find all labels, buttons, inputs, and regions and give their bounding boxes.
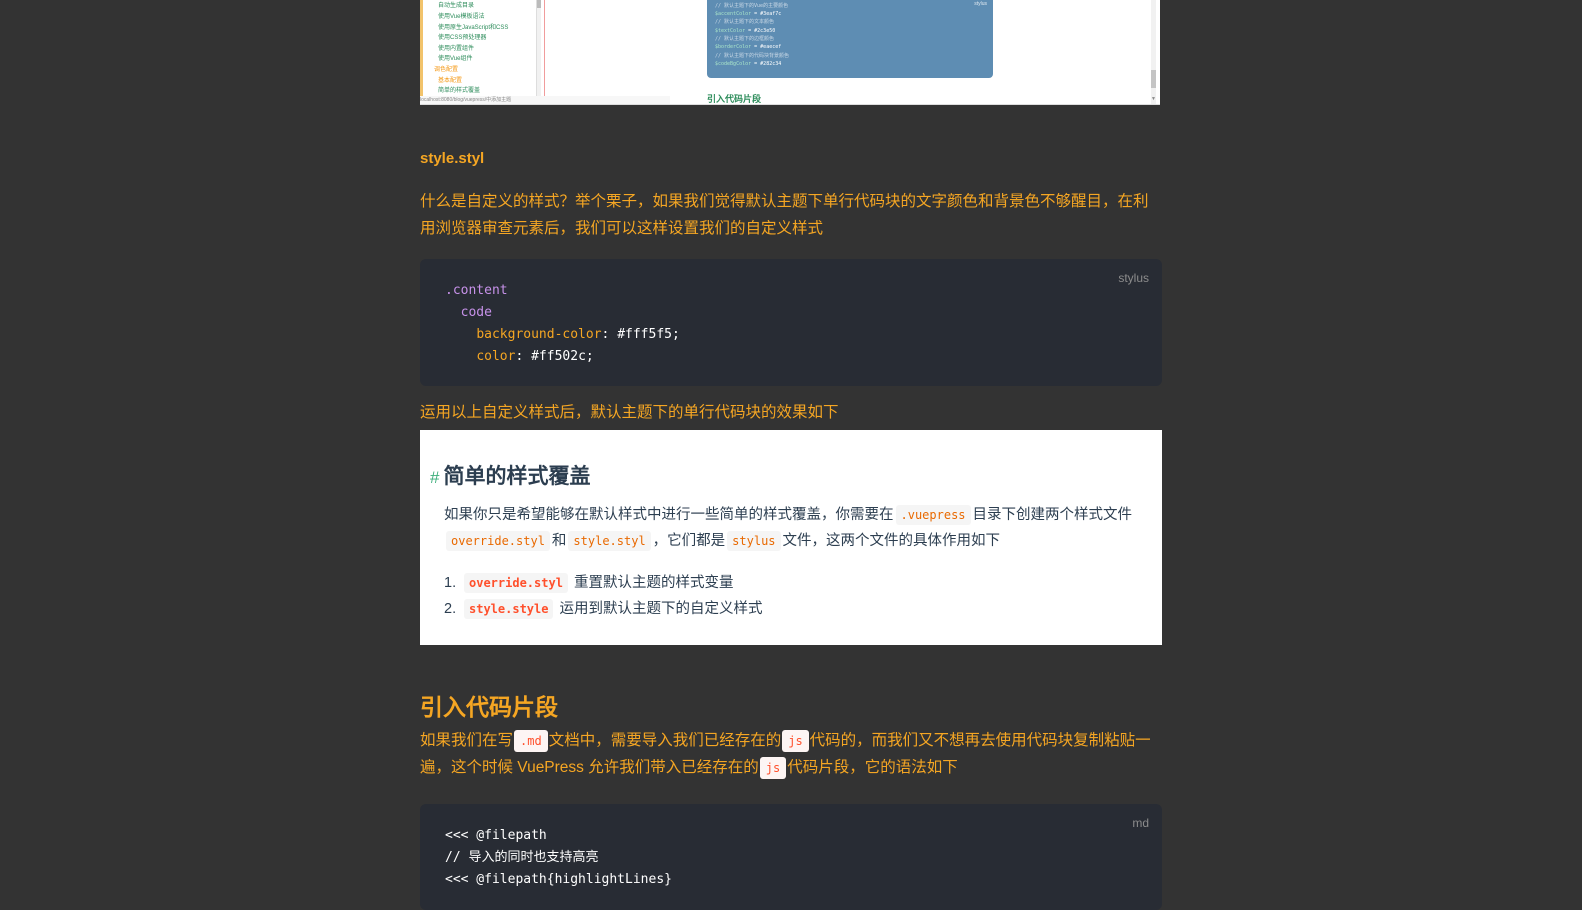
- list-text: 运用到默认主题下的自定义样式: [559, 601, 763, 617]
- code-value: #2c3e50: [754, 28, 776, 34]
- sidebar-item: 基本配置: [438, 78, 463, 84]
- code-lang-label: stylus: [1118, 271, 1149, 285]
- code-selector: .content: [445, 283, 508, 298]
- sidebar-item: 调色配置: [434, 67, 459, 73]
- text: ，它们都是: [652, 533, 726, 549]
- screenshot-sidebar: 自动生成目录 使用Vue模板语法 使用原生JavaScript和CSS 使用CS…: [420, 0, 545, 96]
- divider: [544, 0, 545, 96]
- screenshot-heading: # 简单的样式覆盖: [430, 460, 590, 490]
- code-line: <<< @filepath{highlightLines}: [445, 872, 672, 887]
- sidebar-item: 简单的样式覆盖: [438, 88, 481, 94]
- paragraph: 运用以上自定义样式后，默认主题下的单行代码块的效果如下: [420, 404, 839, 421]
- paragraph: 如果我们在写 .md 文档中，需要导入我们已经存在的 js 代码的，而我们又不想再去使用…: [420, 727, 1162, 781]
- list-item: 2. style.style 运用到默认主题下的自定义样式: [444, 596, 763, 622]
- inline-code: style.styl: [568, 531, 651, 551]
- code-selector: code: [460, 305, 492, 320]
- sidebar-item: 使用原生JavaScript和CSS: [438, 25, 509, 31]
- anchor-hash: #: [430, 468, 440, 487]
- inline-code: override.styl: [446, 531, 550, 551]
- sidebar-item: 使用内置组件: [438, 46, 475, 52]
- inline-code: style.style: [464, 599, 554, 619]
- inline-code: override.styl: [464, 573, 568, 593]
- code-comment: // 默认主题下的边框颜色: [715, 36, 775, 42]
- code-property: background-color: [476, 327, 602, 342]
- code-value: #ff502c;: [531, 349, 594, 364]
- code-lang-label: md: [1132, 816, 1149, 830]
- top-screenshot: 自动生成目录 使用Vue模板语法 使用原生JavaScript和CSS 使用CS…: [420, 0, 1160, 105]
- inline-code: .md: [514, 729, 548, 752]
- scroll-down-icon[interactable]: ▼: [1151, 96, 1156, 102]
- code-line: <<< @filepath: [445, 828, 547, 843]
- page: 自动生成目录 使用Vue模板语法 使用原生JavaScript和CSS 使用CS…: [0, 0, 1582, 910]
- code-value: #3eaf7c: [760, 11, 782, 17]
- code-property: color: [476, 349, 516, 364]
- text: 文档中，需要导入我们已经存在的: [548, 732, 782, 749]
- file-heading: style.styl: [420, 150, 485, 167]
- code-comment: // 默认主题下的文本颜色: [715, 19, 775, 25]
- text: 和: [551, 533, 567, 549]
- inline-code: .vuepress: [895, 505, 971, 525]
- list-text: 重置默认主题的样式变量: [573, 575, 734, 591]
- list-number: 1.: [444, 575, 457, 591]
- page-scrollbar[interactable]: ▼: [1151, 0, 1156, 104]
- code-line: // 导入的同时也支持高亮: [445, 850, 599, 865]
- heading-text: 简单的样式覆盖: [443, 465, 591, 488]
- text: 文件，这两个文件的具体作用如下: [782, 533, 1001, 549]
- code-value: #eaecef: [760, 44, 782, 50]
- sidebar-item: 使用Vue组件: [438, 56, 473, 62]
- screenshot-list: 1. override.styl 重置默认主题的样式变量 2. style.styl…: [444, 570, 763, 622]
- code-value: #fff5f5;: [617, 327, 680, 342]
- section-heading: 引入代码片段: [420, 694, 558, 720]
- sidebar-item: 使用Vue模板语法: [438, 14, 485, 20]
- code-lang-tag: stylus: [974, 1, 987, 7]
- code-comment: // 默认主题下的Vue的主要颜色: [715, 3, 789, 9]
- list-item: 1. override.styl 重置默认主题的样式变量: [444, 570, 763, 596]
- inline-code: stylus: [727, 531, 781, 551]
- status-url: localhost:8080/blog/vuepress/中添加主题: [420, 96, 670, 104]
- text: 目录下创建两个样式文件: [972, 507, 1133, 523]
- code-key: $textColor: [715, 28, 746, 34]
- screenshot-heading: 引入代码片段: [707, 94, 762, 104]
- text: 如果我们在写: [420, 732, 514, 749]
- screenshot-code-block: stylus // 默认主题下的Vue的主要颜色 $accentColor = …: [707, 0, 993, 78]
- sidebar-accent-bar: [420, 0, 423, 96]
- text: 如果你只是希望能够在默认样式中进行一些简单的样式覆盖，你需要在: [444, 507, 894, 523]
- inline-code: js: [759, 756, 787, 779]
- code-key: $borderColor: [715, 44, 752, 50]
- sidebar-scrollbar: [536, 0, 541, 96]
- text: 代码片段，它的语法如下: [787, 759, 958, 776]
- sidebar-item: 自动生成目录: [438, 3, 475, 9]
- code-value: #282c34: [760, 61, 782, 67]
- sidebar-item: 使用CSS预处理器: [438, 35, 487, 41]
- inline-code: js: [782, 729, 809, 752]
- list-number: 2.: [444, 601, 457, 617]
- paragraph: 什么是自定义的样式？举个栗子，如果我们觉得默认主题下单行代码块的文字颜色和背景色…: [420, 193, 1149, 237]
- code-block-md: md <<< @filepath // 导入的同时也支持高亮 <<< @file…: [420, 804, 1162, 910]
- code-key: $accentColor: [715, 11, 752, 17]
- code-comment: // 默认主题下的代码块背景颜色: [715, 53, 790, 59]
- effect-screenshot: # 简单的样式覆盖 如果你只是希望能够在默认样式中进行一些简单的样式覆盖，你需要在…: [420, 430, 1162, 645]
- screenshot-paragraph: 如果你只是希望能够在默认样式中进行一些简单的样式覆盖，你需要在 .vuepress…: [444, 502, 1149, 554]
- scroll-thumb[interactable]: [1151, 70, 1156, 88]
- code-key: $codeBgColor: [715, 61, 752, 67]
- code-block-stylus: stylus .content code background-color: #…: [420, 259, 1162, 386]
